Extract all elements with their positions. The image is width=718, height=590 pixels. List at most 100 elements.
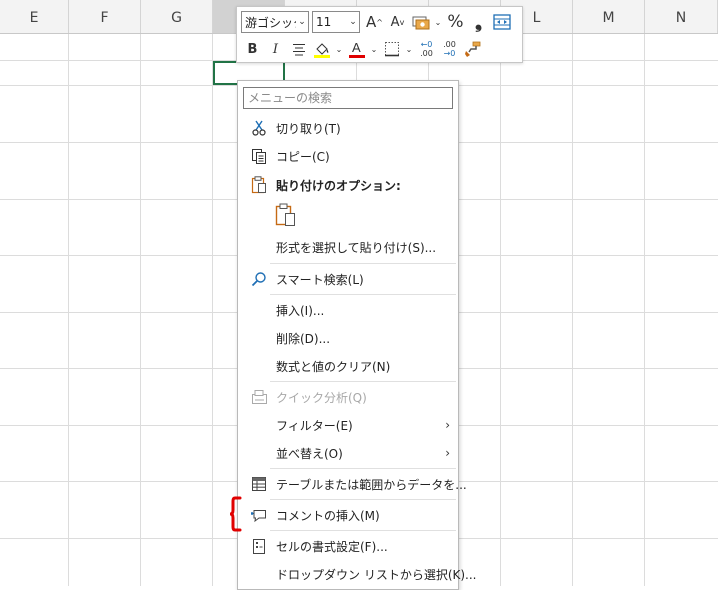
menu-item-paste-options: 貼り付けのオプション: (239, 172, 457, 198)
menu-separator (270, 530, 456, 531)
caret-up-icon: ^ (376, 17, 383, 27)
comma-icon: ❟ (474, 11, 483, 33)
grow-font-button[interactable]: A ^ (363, 11, 386, 33)
mini-toolbar: 游ゴシック ⌄ 11 ⌄ A^ Av ⌄ % ❟ (236, 6, 523, 63)
format-painter-button[interactable] (461, 38, 484, 60)
column-header-e[interactable]: E (0, 0, 69, 33)
svg-text:A: A (352, 40, 361, 55)
column-header-g[interactable]: G (141, 0, 213, 33)
number-format-button[interactable] (409, 11, 432, 33)
quick-analysis-icon (250, 388, 268, 406)
menu-item-label: ドロップダウン リストから選択(K)... (276, 567, 477, 582)
decimal-places-label: .00 (443, 40, 456, 49)
menu-item-label: 並べ替え(O) (276, 446, 343, 461)
column-header-f[interactable]: F (69, 0, 141, 33)
clipboard-paste-icon (275, 203, 295, 226)
font-name-select[interactable]: 游ゴシック ⌄ (241, 11, 309, 33)
chevron-down-icon: ⌄ (298, 17, 306, 27)
menu-search-input[interactable] (243, 87, 453, 109)
chevron-down-icon[interactable]: ⌄ (333, 38, 345, 60)
font-color-button[interactable]: A (345, 38, 368, 60)
scissors-icon (250, 119, 268, 137)
menu-item-copy[interactable]: コピー(C) (239, 143, 457, 169)
fill-color-swatch (313, 55, 330, 58)
align-center-icon (292, 43, 305, 55)
menu-item-insert-comment[interactable]: コメントの挿入(M) (239, 502, 457, 528)
chevron-right-icon: › (445, 446, 450, 460)
table-icon (250, 475, 268, 493)
borders-icon (384, 42, 399, 57)
menu-item-insert[interactable]: 挿入(I)... (239, 297, 457, 323)
menu-item-label: スマート検索(L) (276, 272, 364, 287)
mini-toolbar-row-2: B I ⌄ A ⌄ ⌄ ←0 .00 .00 →0 (241, 37, 484, 61)
menu-item-label: 削除(D)... (276, 331, 331, 346)
increase-decimal-button[interactable]: ←0 .00 (415, 38, 438, 60)
font-size-select[interactable]: 11 ⌄ (312, 11, 360, 33)
menu-item-label: 貼り付けのオプション: (276, 178, 401, 193)
menu-item-sort[interactable]: 並べ替え(O) › (239, 440, 457, 466)
menu-item-label: 形式を選択して貼り付け(S)... (276, 240, 437, 255)
menu-separator (270, 294, 456, 295)
menu-item-label: コメントの挿入(M) (276, 508, 380, 523)
grid-line (140, 34, 141, 586)
annotation-bracket (230, 496, 242, 532)
context-menu: 切り取り(T) コピー(C) 貼り付けのオプション: (237, 80, 477, 590)
italic-button[interactable]: I (264, 38, 287, 60)
column-header-n[interactable]: N (645, 0, 718, 33)
format-painter-icon (464, 41, 480, 57)
font-name-value: 游ゴシック (245, 15, 296, 30)
merge-center-button[interactable] (490, 11, 513, 33)
menu-item-format-cells[interactable]: セルの書式設定(F)... (239, 533, 457, 559)
increase-decimal-icon: ←0 (420, 40, 433, 49)
comma-style-button[interactable]: ❟ (467, 11, 490, 33)
menu-item-filter[interactable]: フィルター(E) › (239, 412, 457, 438)
chevron-down-icon[interactable]: ⌄ (432, 11, 444, 33)
menu-item-label: 挿入(I)... (276, 303, 325, 318)
chevron-down-icon[interactable]: ⌄ (403, 38, 415, 60)
search-icon (250, 270, 268, 288)
menu-item-delete[interactable]: 削除(D)... (239, 325, 457, 351)
grid-line (644, 34, 645, 586)
caret-down-icon: v (399, 17, 405, 27)
menu-separator (270, 381, 456, 382)
copy-icon (250, 147, 268, 165)
decrease-decimal-button[interactable]: .00 →0 (438, 38, 461, 60)
menu-item-quick-analysis: クイック分析(Q) (239, 384, 457, 410)
decrease-decimal-icon: →0 (443, 49, 456, 58)
menu-item-pick-from-dropdown[interactable]: ドロップダウン リストから選択(K)... (239, 561, 477, 587)
fill-color-button[interactable] (310, 38, 333, 60)
format-cells-icon (250, 537, 268, 555)
menu-separator (270, 499, 456, 500)
shrink-font-button[interactable]: Av (386, 11, 409, 33)
clipboard-icon (250, 176, 268, 194)
grid-line (68, 34, 69, 586)
percent-icon: % (447, 12, 464, 32)
shrink-font-icon: A (390, 14, 400, 30)
column-header-m[interactable]: M (573, 0, 645, 33)
align-center-button[interactable] (287, 38, 310, 60)
font-color-icon: A (348, 40, 365, 58)
menu-item-cut[interactable]: 切り取り(T) (239, 115, 457, 141)
chevron-down-icon: ⌄ (349, 17, 357, 27)
menu-item-clear-contents[interactable]: 数式と値のクリア(N) (239, 353, 457, 379)
menu-item-label: クイック分析(Q) (276, 390, 367, 405)
chevron-down-icon[interactable]: ⌄ (368, 38, 380, 60)
font-size-value: 11 (316, 15, 332, 29)
menu-item-smart-lookup[interactable]: スマート検索(L) (239, 266, 457, 292)
menu-item-label: セルの書式設定(F)... (276, 539, 388, 554)
menu-item-table-from-range[interactable]: テーブルまたは範囲からデータを... (239, 471, 467, 497)
percent-style-button[interactable]: % (444, 11, 467, 33)
menu-separator (270, 468, 456, 469)
menu-item-label: コピー(C) (276, 149, 330, 164)
bold-button[interactable]: B (241, 38, 264, 60)
mini-toolbar-row-1: 游ゴシック ⌄ 11 ⌄ A^ Av ⌄ % ❟ (241, 10, 513, 34)
grid-line (500, 34, 501, 586)
paste-button[interactable] (275, 203, 297, 227)
grid-line (212, 34, 213, 586)
font-color-swatch (348, 55, 365, 58)
menu-item-paste-special[interactable]: 形式を選択して貼り付け(S)... (239, 234, 457, 260)
paint-bucket-icon (313, 43, 330, 58)
menu-item-label: 数式と値のクリア(N) (276, 359, 391, 374)
comment-icon (250, 506, 268, 524)
borders-button[interactable] (380, 38, 403, 60)
